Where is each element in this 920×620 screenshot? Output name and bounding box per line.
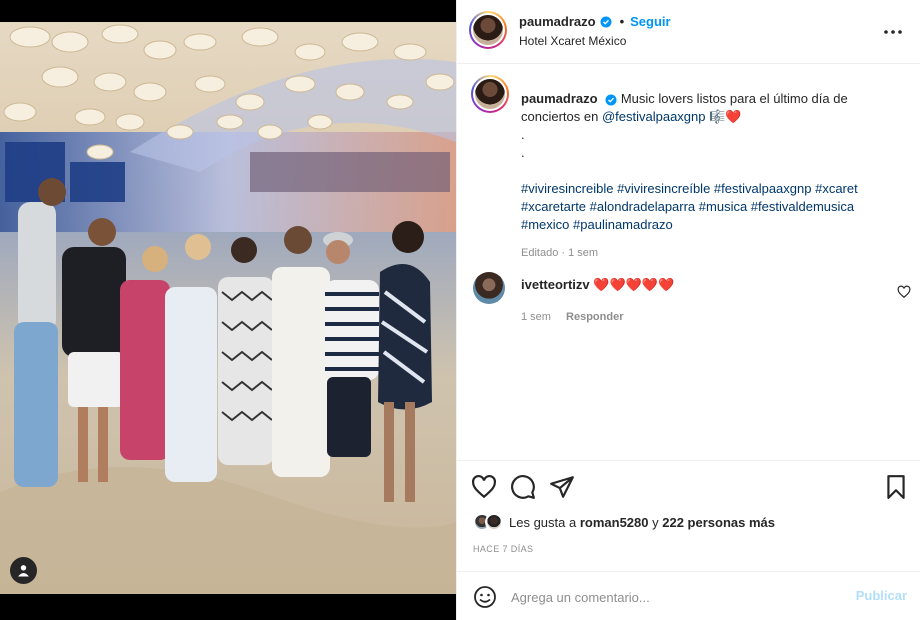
comments-section: paumadrazo Music lovers listos para el ú… [457,65,920,459]
caption-author-avatar[interactable] [471,75,509,113]
verified-badge-icon [605,94,617,106]
comment-like-heart-icon[interactable] [897,285,911,299]
more-options-icon [884,30,902,34]
caption-mention[interactable]: @festivalpaaxgnp [602,109,706,124]
commenter-avatar[interactable] [473,272,505,304]
caption-username[interactable]: paumadrazo [521,91,598,106]
verified-badge-icon [600,16,612,27]
comment-text: ❤️❤️❤️❤️❤️ [593,277,675,292]
likes-text: Les gusta a roman5280 y 222 personas más [509,515,775,530]
send-icon[interactable] [549,474,575,500]
comment-item: ivetteortizv ❤️❤️❤️❤️❤️ 1 sem Responder [471,270,911,330]
post-media [0,0,456,620]
caption-dot: . [521,127,525,142]
comment-content: ivetteortizv ❤️❤️❤️❤️❤️ [521,277,674,293]
emoji-icon[interactable] [473,585,497,609]
comment-input[interactable] [511,584,841,610]
commenter-username[interactable]: ivetteortizv [521,277,590,292]
post-header: paumadrazo • Seguir Hotel Xcaret México [457,0,920,64]
author-avatar[interactable] [469,11,507,49]
user-tag-button[interactable] [10,557,37,584]
bookmark-icon[interactable] [883,474,909,500]
post-detail-panel: paumadrazo • Seguir Hotel Xcaret México … [456,0,920,620]
likes-prefix: Les gusta a [509,514,577,530]
header-separator: • [619,14,625,29]
likes-others[interactable]: 222 personas más [662,515,775,530]
reply-button[interactable]: Responder [566,311,623,323]
caption-hashtags[interactable]: #viviresincreible #viviresincreíble #fes… [521,180,906,234]
more-options-button[interactable] [881,20,905,44]
heart-icon[interactable] [471,474,497,500]
add-comment-bar: Publicar [457,571,920,620]
comment-meta: 1 sem Responder [521,311,636,323]
author-info: paumadrazo • Seguir [519,14,671,29]
author-username[interactable]: paumadrazo [519,14,596,29]
follow-button[interactable]: Seguir [630,14,670,29]
likes-conjunction: y [652,514,659,530]
user-tag-icon [18,565,29,577]
group-photo-illustration [0,22,456,594]
post-time-ago[interactable]: HACE 7 DÍAS [473,544,533,554]
comment-icon[interactable] [510,474,536,500]
liker-avatar[interactable] [485,513,503,531]
post-location[interactable]: Hotel Xcaret México [519,34,626,48]
post-actions: Les gusta a roman5280 y 222 personas más… [457,460,920,570]
likes-user[interactable]: roman5280 [580,515,649,530]
comment-time: 1 sem [521,311,551,323]
caption-meta: Editado · 1 sem [521,247,599,259]
caption-body: paumadrazo Music lovers listos para el ú… [521,90,906,262]
likes-summary: Les gusta a roman5280 y 222 personas más [473,513,775,531]
publish-button[interactable]: Publicar [856,588,907,603]
post-photo[interactable] [0,22,456,594]
caption-dot: . [521,145,525,160]
caption-emojis: 🎼❤️ [709,109,742,124]
